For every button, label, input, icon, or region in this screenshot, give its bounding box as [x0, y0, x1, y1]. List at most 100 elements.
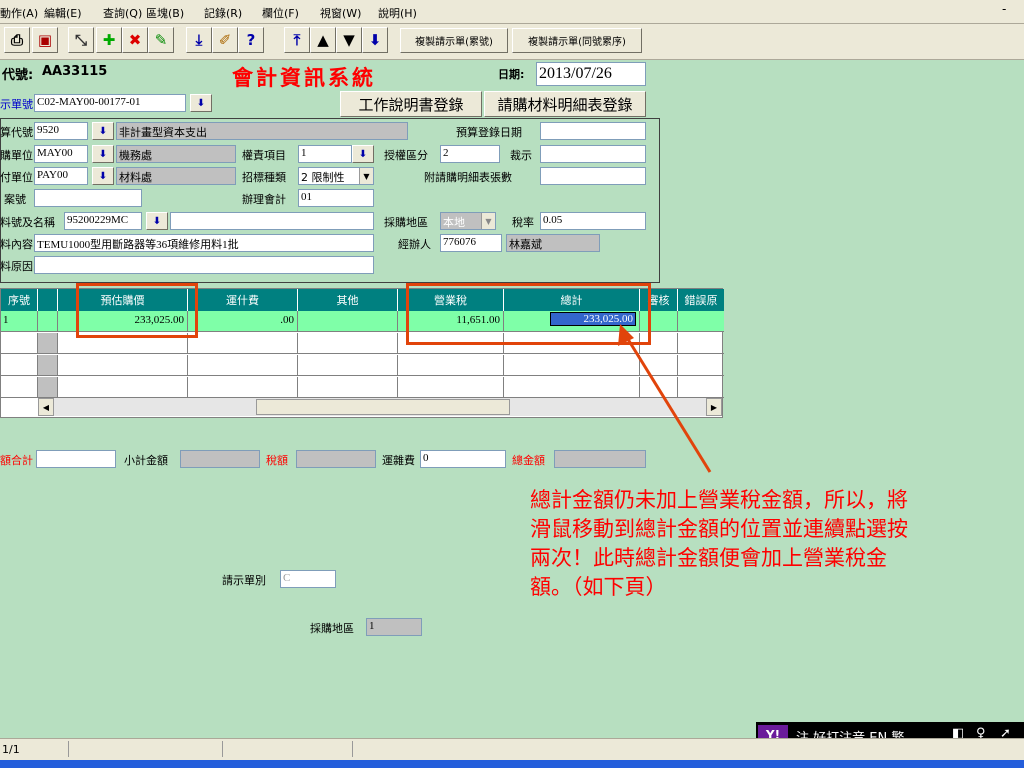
chevron-down-icon[interactable]: ▼	[359, 168, 373, 184]
bid-select-value: 2 限制性	[301, 171, 345, 184]
table-cell[interactable]	[298, 355, 398, 376]
table-cell[interactable]	[298, 333, 398, 354]
table-cell[interactable]	[398, 377, 504, 398]
table-cell[interactable]	[188, 377, 298, 398]
menu-field[interactable]: 欄位(F)	[262, 5, 299, 21]
pay-unit-lookup[interactable]: ⬇	[92, 167, 114, 185]
table-cell[interactable]	[58, 377, 188, 398]
scroll-left-icon[interactable]: ◀	[38, 398, 54, 416]
col-seq[interactable]: 序號	[1, 289, 38, 311]
col-freight[interactable]: 運什費	[188, 289, 298, 311]
order-lookup-button[interactable]: ⬇	[190, 94, 212, 112]
copy-seq-button[interactable]: 複製請示單(累號)	[400, 28, 508, 53]
doc-icon[interactable]: ▣	[32, 27, 58, 53]
row1-other[interactable]	[298, 311, 398, 332]
table-cell[interactable]	[58, 355, 188, 376]
case-field[interactable]	[34, 189, 142, 207]
next-icon[interactable]: ▼	[336, 27, 362, 53]
tax-rate-field[interactable]: 0.05	[540, 212, 646, 230]
menu-block[interactable]: 區塊(B)	[146, 5, 184, 21]
chevron-down-icon[interactable]: ▼	[481, 213, 495, 229]
last-icon[interactable]: ⬇	[362, 27, 388, 53]
printer-icon[interactable]: ⎙	[4, 27, 30, 53]
region-label: 採購地區	[384, 216, 428, 229]
handler-id-field[interactable]: 776076	[440, 234, 502, 252]
item-label: 料號及名稱	[0, 216, 55, 229]
divider	[68, 741, 69, 757]
req-unit-lookup[interactable]: ⬇	[92, 145, 114, 163]
scroll-thumb[interactable]	[256, 399, 510, 415]
sum-label: 額合計	[0, 454, 33, 467]
type-field[interactable]: C	[280, 570, 336, 588]
order-field[interactable]: C02-MAY00-00177-01	[34, 94, 186, 112]
budget-code-lookup[interactable]: ⬇	[92, 122, 114, 140]
row1-marker[interactable]	[38, 311, 58, 332]
sum-field[interactable]	[36, 450, 116, 468]
content-field[interactable]: TEMU1000型用斷路器等36項維修用料1批	[34, 234, 374, 252]
material-list-button[interactable]: 請購材料明細表登錄	[484, 91, 646, 117]
toolbar: ⎙ ▣ ⤡ ✚ ✖ ✎ ⤓ ✐ ? ⤒ ▲ ▼ ⬇ 複製請示單(累號) 複製請示…	[0, 24, 1024, 60]
table-row[interactable]	[1, 377, 38, 398]
budget-code-desc: 非計畫型資本支出	[116, 122, 408, 140]
row1-seq[interactable]: 1	[1, 311, 38, 332]
acct-field[interactable]: 01	[298, 189, 374, 207]
down-arrow-icon[interactable]: ⤓	[186, 27, 212, 53]
attach-label: 附請購明細表張數	[424, 171, 512, 184]
menu-action[interactable]: 動作(A)	[0, 5, 38, 21]
table-cell[interactable]	[298, 377, 398, 398]
pen-icon[interactable]: ✐	[212, 27, 238, 53]
budget-date-field[interactable]	[540, 122, 646, 140]
code-value: AA33115	[42, 64, 108, 79]
freight-field[interactable]: 0	[420, 450, 506, 468]
item-desc-field[interactable]	[170, 212, 374, 230]
item-lookup[interactable]: ⬇	[146, 212, 168, 230]
divider	[222, 741, 223, 757]
approve-label: 裁示	[510, 149, 532, 162]
table-row[interactable]	[1, 355, 38, 376]
table-cell[interactable]	[398, 355, 504, 376]
up-icon[interactable]: ⤒	[284, 27, 310, 53]
col-error[interactable]: 錯誤原	[678, 289, 724, 311]
menu-query[interactable]: 查詢(Q)	[103, 5, 142, 21]
tool-icon[interactable]: ⤡	[68, 27, 94, 53]
rights-lookup[interactable]: ⬇	[352, 145, 374, 163]
edit-icon[interactable]: ✎	[148, 27, 174, 53]
budget-code-label: 算代號	[0, 126, 33, 139]
req-unit-field[interactable]: MAY00	[34, 145, 88, 163]
date-field[interactable]: 2013/07/26	[536, 62, 646, 86]
auth-field[interactable]: 2	[440, 145, 500, 163]
menu-help[interactable]: 說明(H)	[378, 5, 417, 21]
item-code-field[interactable]: 95200229MC	[64, 212, 142, 230]
pay-unit-label: 付單位	[0, 171, 33, 184]
reason-field[interactable]	[34, 256, 374, 274]
region2-field: 1	[366, 618, 422, 636]
attach-field[interactable]	[540, 167, 646, 185]
work-spec-button[interactable]: 工作說明書登錄	[340, 91, 482, 117]
plus-icon[interactable]: ✚	[96, 27, 122, 53]
budget-code-field[interactable]: 9520	[34, 122, 88, 140]
divider	[352, 741, 353, 757]
menu-edit[interactable]: 編輯(E)	[44, 5, 82, 21]
region-select[interactable]: 本地 ▼	[440, 212, 496, 230]
help-icon[interactable]: ?	[238, 27, 264, 53]
row1-freight[interactable]: .00	[188, 311, 298, 332]
minimize-button[interactable]: -	[1002, 2, 1018, 20]
x-icon[interactable]: ✖	[122, 27, 148, 53]
copy-same-button[interactable]: 複製請示單(同號累序)	[512, 28, 642, 53]
row-marker[interactable]	[38, 377, 58, 398]
row-marker[interactable]	[38, 355, 58, 376]
bid-select[interactable]: 2 限制性 ▼	[298, 167, 374, 185]
col-marker	[38, 289, 58, 311]
code-label: 代號:	[2, 68, 34, 83]
prev-icon[interactable]: ▲	[310, 27, 336, 53]
table-cell[interactable]	[188, 355, 298, 376]
menu-window[interactable]: 視窗(W)	[320, 5, 361, 21]
rights-field[interactable]: 1	[298, 145, 352, 163]
table-row[interactable]	[1, 333, 38, 354]
menu-record[interactable]: 記錄(R)	[204, 5, 242, 21]
table-cell[interactable]	[188, 333, 298, 354]
approve-field[interactable]	[540, 145, 646, 163]
col-other[interactable]: 其他	[298, 289, 398, 311]
pay-unit-field[interactable]: PAY00	[34, 167, 88, 185]
row-marker[interactable]	[38, 333, 58, 354]
